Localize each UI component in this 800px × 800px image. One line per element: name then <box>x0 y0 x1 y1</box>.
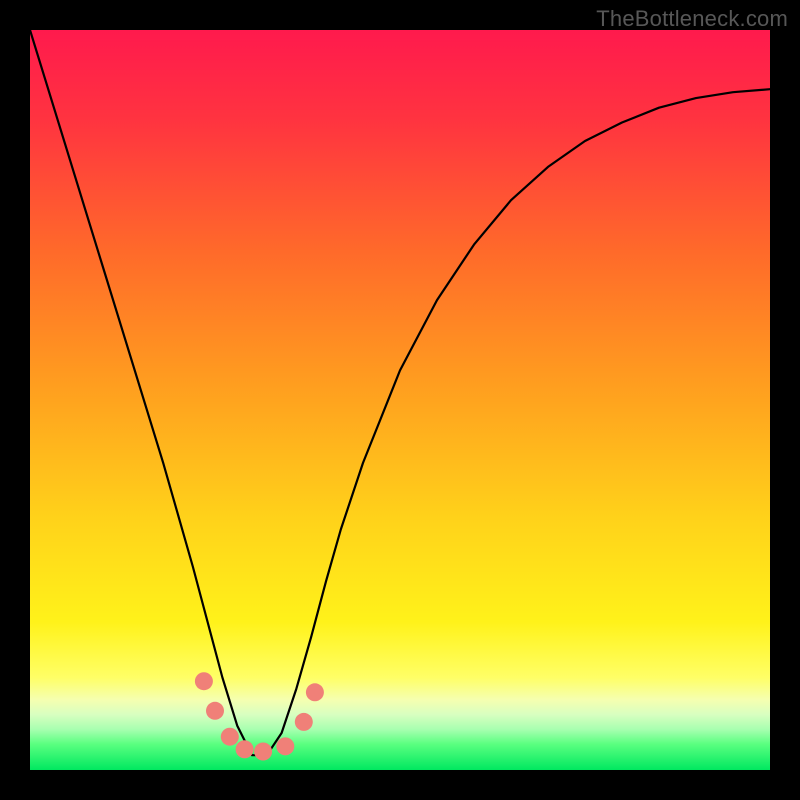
highlight-marker <box>221 728 239 746</box>
highlight-marker <box>236 740 254 758</box>
highlight-marker <box>306 683 324 701</box>
chart-frame: TheBottleneck.com <box>0 0 800 800</box>
highlight-marker <box>206 702 224 720</box>
highlight-marker <box>295 713 313 731</box>
highlight-marker <box>254 743 272 761</box>
highlight-marker <box>276 737 294 755</box>
plot-area <box>30 30 770 770</box>
plot-svg <box>30 30 770 770</box>
watermark-text: TheBottleneck.com <box>596 6 788 32</box>
highlight-marker <box>195 672 213 690</box>
gradient-background <box>30 30 770 770</box>
